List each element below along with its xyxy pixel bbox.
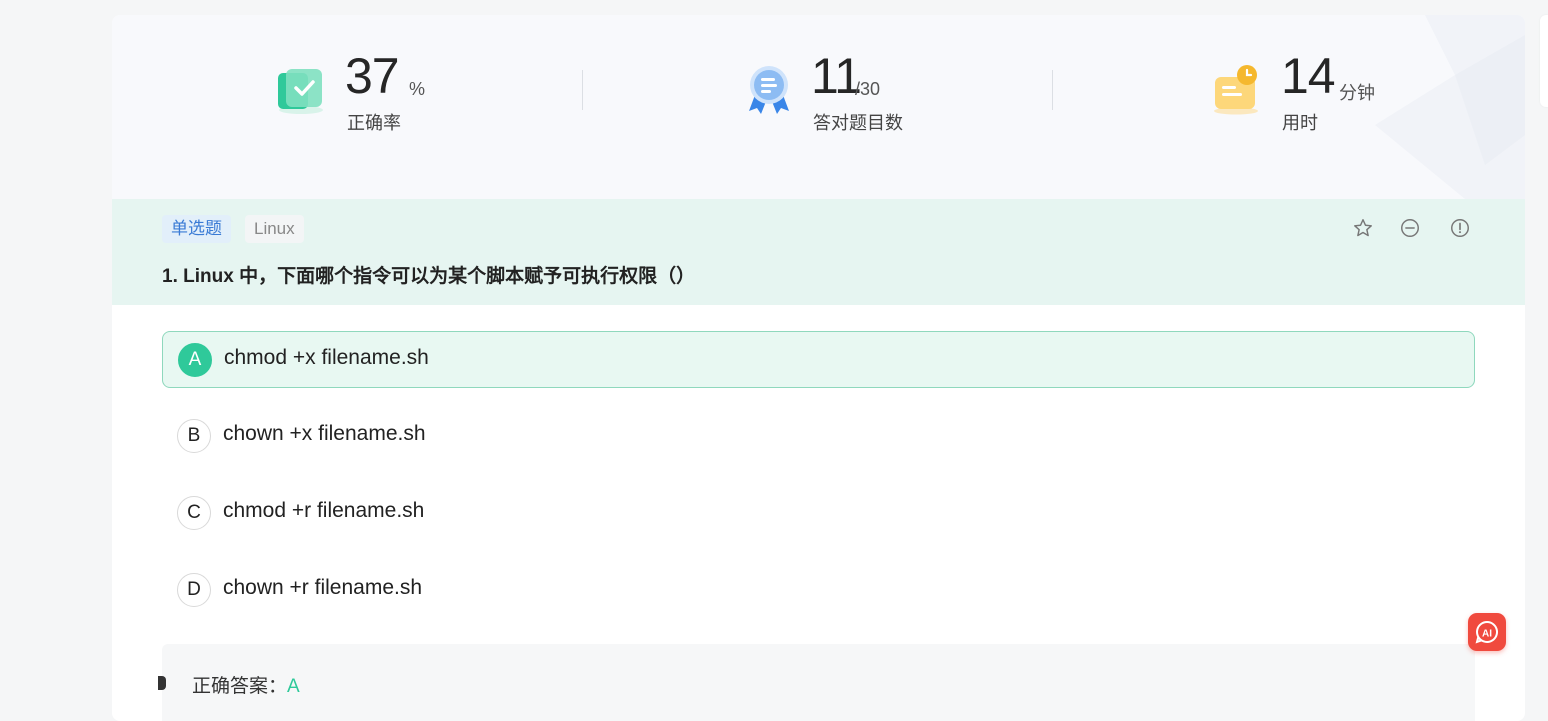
stats-panel: 37 % 正确率 11 /30 答对题目数 14 分钟 用时 xyxy=(112,15,1525,199)
option-letter: B xyxy=(177,419,211,453)
star-icon[interactable] xyxy=(1352,217,1374,239)
option-letter: C xyxy=(177,496,211,530)
option-text: chmod +r filename.sh xyxy=(223,499,425,522)
option-a[interactable]: A chmod +x filename.sh xyxy=(162,331,1475,388)
correct-count-value: 11 xyxy=(811,48,862,104)
accuracy-label: 正确率 xyxy=(347,113,401,133)
accuracy-unit: % xyxy=(409,79,426,99)
question-type-tag: 单选题 xyxy=(162,215,231,243)
option-letter: D xyxy=(177,573,211,607)
clock-note-icon xyxy=(1214,65,1258,115)
correct-answer-label: 正确答案： xyxy=(192,676,288,697)
question-title: 1. Linux 中，下面哪个指令可以为某个脚本赋予可执行权限（） xyxy=(162,266,696,287)
answer-panel: 正确答案：A xyxy=(158,644,1475,721)
exclamation-circle-icon[interactable] xyxy=(1449,217,1471,239)
minus-circle-icon[interactable] xyxy=(1399,217,1421,239)
subject-tag: Linux xyxy=(245,215,304,243)
ai-assistant-icon: AI xyxy=(1475,620,1499,644)
stats-divider xyxy=(582,70,583,110)
ai-assistant-button[interactable]: AI xyxy=(1468,613,1506,651)
accuracy-value: 37 xyxy=(345,48,400,104)
svg-text:AI: AI xyxy=(1482,629,1492,640)
option-d[interactable]: D chown +r filename.sh xyxy=(162,562,1475,619)
correct-count-label: 答对题目数 xyxy=(813,113,903,133)
answer-marker xyxy=(158,676,166,690)
stats-divider xyxy=(1052,70,1053,110)
option-c[interactable]: C chmod +r filename.sh xyxy=(162,485,1475,542)
correct-answer-value: A xyxy=(287,676,300,697)
option-text: chown +x filename.sh xyxy=(223,422,426,445)
stat-correct-count: 11 /30 答对题目数 xyxy=(743,48,963,133)
stat-accuracy: 37 % 正确率 xyxy=(275,48,475,133)
side-panel-edge xyxy=(1540,15,1548,107)
option-text: chown +r filename.sh xyxy=(223,576,423,599)
option-b[interactable]: B chown +x filename.sh xyxy=(162,408,1475,465)
correct-count-total: /30 xyxy=(855,79,881,99)
award-medal-icon xyxy=(749,66,789,114)
stat-time-used: 14 分钟 用时 xyxy=(1212,48,1412,133)
accuracy-book-check-icon xyxy=(278,69,323,114)
time-value: 14 xyxy=(1281,48,1336,104)
correct-answer-line: 正确答案：A xyxy=(192,671,300,698)
time-unit: 分钟 xyxy=(1339,83,1375,103)
option-letter: A xyxy=(178,343,212,377)
option-text: chmod +x filename.sh xyxy=(224,346,429,369)
time-label: 用时 xyxy=(1282,113,1318,133)
question-header: 单选题 Linux 1. Linux 中，下面哪个指令可以为某个脚本赋予可执行权… xyxy=(112,199,1525,305)
result-card: 37 % 正确率 11 /30 答对题目数 14 分钟 用时 单选题 Linux… xyxy=(112,15,1525,721)
